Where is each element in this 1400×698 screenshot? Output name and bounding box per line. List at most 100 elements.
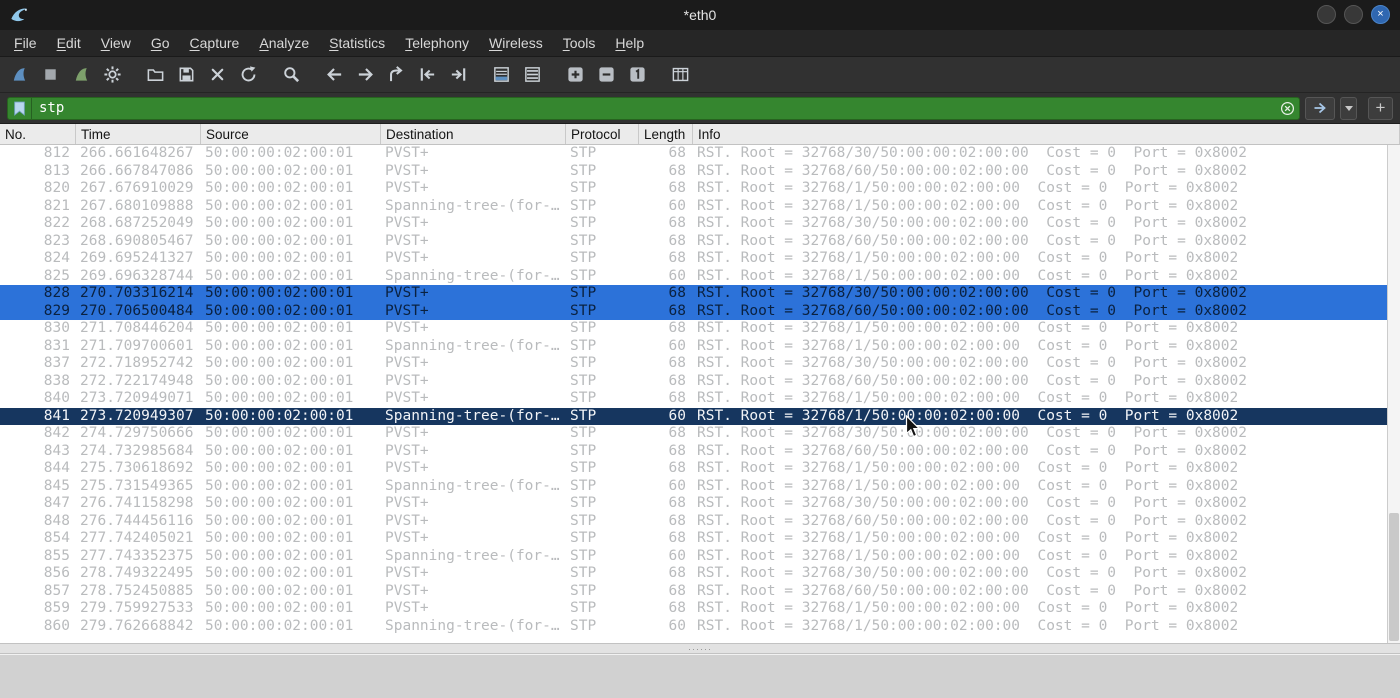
cell-length: 68: [668, 355, 686, 371]
cell-length: 68: [668, 302, 686, 319]
cell-source: 50:00:00:02:00:01: [205, 547, 354, 564]
close-file-icon: [208, 65, 227, 84]
column-header-length[interactable]: Length: [639, 124, 693, 144]
go-forward-button[interactable]: [350, 61, 381, 89]
cell-length: 60: [668, 337, 686, 354]
cell-destination: PVST+: [385, 180, 429, 196]
capture-stop-button[interactable]: [35, 61, 66, 89]
close-file-button[interactable]: [202, 61, 233, 89]
column-header-time[interactable]: Time: [76, 124, 201, 144]
save-file-button[interactable]: [171, 61, 202, 89]
packet-row[interactable]: 828 270.703316214 50:00:00:02:00:01 PVST+ ST…: [0, 285, 1400, 303]
cell-source: 50:00:00:02:00:01: [205, 442, 354, 459]
next-packet-button[interactable]: [443, 61, 474, 89]
colorize-button[interactable]: [517, 61, 548, 89]
zoom-out-button[interactable]: [591, 61, 622, 89]
menu-tools[interactable]: Tools: [553, 32, 606, 54]
packet-row[interactable]: 838 272.722174948 50:00:00:02:00:01 PVST+ ST…: [0, 373, 1400, 391]
packet-row[interactable]: 841 273.720949307 50:00:00:02:00:01 Spannin…: [0, 407, 1400, 425]
go-to-packet-button[interactable]: [381, 61, 412, 89]
cell-protocol: STP: [570, 530, 597, 546]
cell-no: 837: [43, 355, 70, 371]
cell-no: 821: [43, 197, 70, 214]
packet-row[interactable]: 821 267.680109888 50:00:00:02:00:01 Spannin…: [0, 198, 1400, 216]
packet-row[interactable]: 856 278.749322495 50:00:00:02:00:01 PVST+ ST…: [0, 565, 1400, 583]
cell-no: 838: [43, 372, 70, 389]
zoom-in-button[interactable]: [560, 61, 591, 89]
cell-protocol: STP: [570, 460, 597, 476]
column-header-destination[interactable]: Destination: [381, 124, 566, 144]
filter-dropdown-caret-icon[interactable]: [1340, 96, 1357, 120]
packet-row[interactable]: 829 270.706500484 50:00:00:02:00:01 PVST+ ST…: [0, 302, 1400, 320]
clear-filter-icon[interactable]: [1275, 101, 1299, 116]
column-header-no[interactable]: No.: [0, 124, 76, 144]
menu-file[interactable]: File: [4, 32, 47, 54]
menu-go[interactable]: Go: [141, 32, 180, 54]
pane-splitter[interactable]: ······: [0, 643, 1400, 654]
packet-row[interactable]: 837 272.718952742 50:00:00:02:00:01 PVST+ ST…: [0, 355, 1400, 373]
packet-row[interactable]: 859 279.759927533 50:00:00:02:00:01 PVST+ ST…: [0, 600, 1400, 618]
packet-row[interactable]: 847 276.741158298 50:00:00:02:00:01 PVST+ ST…: [0, 495, 1400, 513]
packet-row[interactable]: 855 277.743352375 50:00:00:02:00:01 Spannin…: [0, 548, 1400, 566]
cell-protocol: STP: [570, 582, 597, 599]
packet-row[interactable]: 845 275.731549365 50:00:00:02:00:01 Spannin…: [0, 478, 1400, 496]
menu-telephony[interactable]: Telephony: [395, 32, 479, 54]
auto-scroll-button[interactable]: [486, 61, 517, 89]
cell-info: RST. Root = 32768/60/50:00:00:02:00:00 C…: [697, 372, 1247, 389]
scrollbar-thumb[interactable]: [1389, 513, 1399, 641]
packet-row[interactable]: 831 271.709700601 50:00:00:02:00:01 Spannin…: [0, 338, 1400, 356]
cell-time: 275.731549365: [80, 477, 194, 494]
packet-row[interactable]: 824 269.695241327 50:00:00:02:00:01 PVST+ ST…: [0, 250, 1400, 268]
display-filter-input[interactable]: [32, 100, 1275, 116]
menu-analyze[interactable]: Analyze: [249, 32, 319, 54]
packet-row[interactable]: 813 266.667847086 50:00:00:02:00:01 PVST+ ST…: [0, 163, 1400, 181]
cell-protocol: STP: [570, 512, 597, 529]
menu-help[interactable]: Help: [605, 32, 654, 54]
packet-row[interactable]: 812 266.661648267 50:00:00:02:00:01 PVST+ ST…: [0, 145, 1400, 163]
packet-row[interactable]: 830 271.708446204 50:00:00:02:00:01 PVST+ ST…: [0, 320, 1400, 338]
packet-row[interactable]: 842 274.729750666 50:00:00:02:00:01 PVST+ ST…: [0, 425, 1400, 443]
packet-row[interactable]: 820 267.676910029 50:00:00:02:00:01 PVST+ ST…: [0, 180, 1400, 198]
column-header-info[interactable]: Info: [693, 124, 1400, 144]
find-packet-button[interactable]: [276, 61, 307, 89]
reload-button[interactable]: [233, 61, 264, 89]
menu-edit[interactable]: Edit: [47, 32, 91, 54]
cell-no: 854: [43, 530, 70, 546]
packet-row[interactable]: 857 278.752450885 50:00:00:02:00:01 PVST+ ST…: [0, 583, 1400, 601]
minimize-button[interactable]: [1317, 5, 1336, 24]
go-back-button[interactable]: [319, 61, 350, 89]
resize-columns-button[interactable]: [665, 61, 696, 89]
previous-packet-button[interactable]: [412, 61, 443, 89]
cell-length: 60: [668, 267, 686, 284]
capture-start-button[interactable]: [4, 61, 35, 89]
packet-row[interactable]: 844 275.730618692 50:00:00:02:00:01 PVST+ ST…: [0, 460, 1400, 478]
packet-row[interactable]: 854 277.742405021 50:00:00:02:00:01 PVST+ ST…: [0, 530, 1400, 548]
zoom-original-button[interactable]: [622, 61, 653, 89]
cell-destination: PVST+: [385, 302, 429, 319]
filter-bookmark-icon[interactable]: [8, 97, 32, 119]
cell-protocol: STP: [570, 215, 597, 231]
packet-row[interactable]: 825 269.696328744 50:00:00:02:00:01 Spannin…: [0, 268, 1400, 286]
packet-row[interactable]: 860 279.762668842 50:00:00:02:00:01 Spannin…: [0, 618, 1400, 636]
cell-source: 50:00:00:02:00:01: [205, 530, 354, 546]
packet-row[interactable]: 822 268.687252049 50:00:00:02:00:01 PVST+ ST…: [0, 215, 1400, 233]
menu-statistics[interactable]: Statistics: [319, 32, 395, 54]
menu-view[interactable]: View: [91, 32, 141, 54]
titlebar[interactable]: *eth0 ×: [0, 0, 1400, 30]
menu-capture[interactable]: Capture: [180, 32, 250, 54]
close-button[interactable]: ×: [1371, 5, 1390, 24]
packet-row[interactable]: 823 268.690805467 50:00:00:02:00:01 PVST+ ST…: [0, 233, 1400, 251]
packet-row[interactable]: 840 273.720949071 50:00:00:02:00:01 PVST+ ST…: [0, 390, 1400, 408]
open-file-button[interactable]: [140, 61, 171, 89]
capture-options-button[interactable]: [97, 61, 128, 89]
packet-row[interactable]: 843 274.732985684 50:00:00:02:00:01 PVST+ ST…: [0, 443, 1400, 461]
add-filter-button[interactable]: +: [1368, 96, 1393, 120]
capture-restart-button[interactable]: [66, 61, 97, 89]
maximize-button[interactable]: [1344, 5, 1363, 24]
packet-row[interactable]: 848 276.744456116 50:00:00:02:00:01 PVST+ ST…: [0, 513, 1400, 531]
menu-wireless[interactable]: Wireless: [479, 32, 553, 54]
apply-filter-button[interactable]: [1305, 96, 1335, 120]
column-header-source[interactable]: Source: [201, 124, 381, 144]
column-header-protocol[interactable]: Protocol: [566, 124, 639, 144]
vertical-scrollbar[interactable]: [1387, 145, 1400, 643]
